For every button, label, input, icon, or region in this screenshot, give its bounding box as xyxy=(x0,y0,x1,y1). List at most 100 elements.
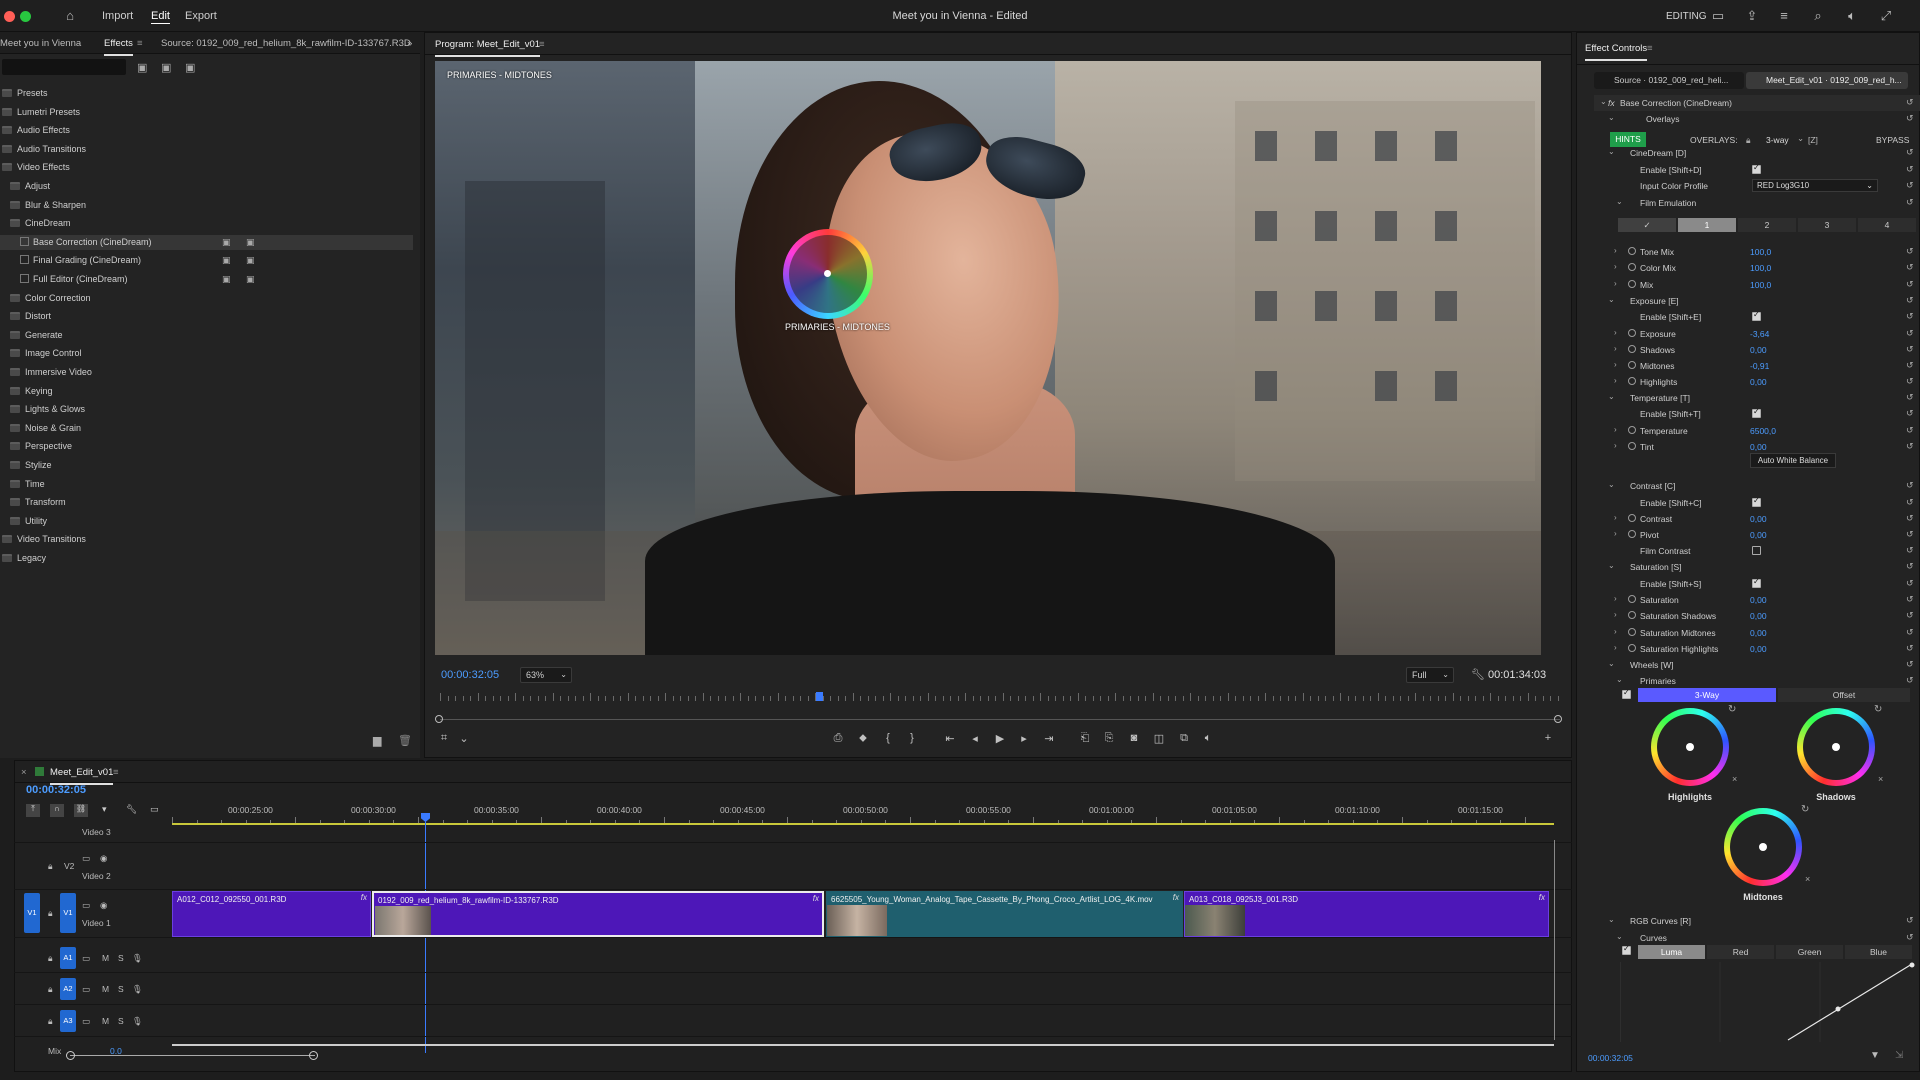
proxy-toggle-icon[interactable]: ⧉ xyxy=(1176,732,1192,745)
ec-checkbox[interactable] xyxy=(1752,163,1761,174)
shadows-close-icon[interactable]: × xyxy=(1878,774,1883,784)
stopwatch-icon[interactable] xyxy=(1628,361,1636,369)
reset-icon[interactable]: ↺ xyxy=(1906,164,1914,175)
expand-chevron-icon[interactable]: › xyxy=(1614,610,1617,619)
captions-icon[interactable]: ▭ xyxy=(150,804,159,815)
midtones-reset-icon[interactable]: ↻ xyxy=(1801,804,1809,815)
fullscreen-icon[interactable]: ⤢ xyxy=(1878,8,1894,24)
timeline-current-time[interactable]: 00:00:32:05 xyxy=(26,784,86,796)
collapse-chevron-icon[interactable]: ⌄ xyxy=(1616,932,1623,941)
stopwatch-icon[interactable] xyxy=(1628,247,1636,255)
ec-color-mix[interactable]: › Color Mix 100,0 ↺ xyxy=(0,260,1920,276)
lock-icon-v2[interactable]: 🔒︎ xyxy=(48,861,53,872)
hints-button[interactable]: HINTS xyxy=(1610,132,1646,147)
reset-icon[interactable]: ↺ xyxy=(1906,262,1914,273)
chevron-down-icon[interactable]: ⌄ xyxy=(1797,133,1804,144)
ec-highlights[interactable]: › Highlights 0,00 ↺ xyxy=(0,374,1920,390)
ec-enable-s[interactable]: Enable [Shift+S] ↺ xyxy=(0,576,1920,592)
reset-icon[interactable]: ↺ xyxy=(1906,659,1914,670)
ec-row-value[interactable]: 0,00 xyxy=(1750,514,1767,524)
ec-mix[interactable]: › Mix 100,0 ↺ xyxy=(0,277,1920,293)
sync-lock-icon-v2[interactable]: ▭ xyxy=(82,853,90,864)
stopwatch-icon[interactable] xyxy=(1628,442,1636,450)
ec-temperature-section[interactable]: ⌄ Temperature [T] ↺ xyxy=(0,390,1920,406)
lift-edit-icon[interactable]: ⎗ xyxy=(1077,732,1093,745)
wheel-mode-3way[interactable]: 3-Way xyxy=(1638,688,1776,702)
ec-tint[interactable]: › Tint 0,00 ↺ xyxy=(0,439,1920,455)
shadows-reset-icon[interactable]: ↻ xyxy=(1874,704,1882,715)
collapse-chevron-icon[interactable]: ⌄ xyxy=(1616,675,1623,684)
ec-shadows[interactable]: › Shadows 0,00 ↺ xyxy=(0,342,1920,358)
ec-row-value[interactable]: -0,91 xyxy=(1750,361,1769,371)
yuv-effects-icon[interactable]: ▣ xyxy=(185,61,195,74)
ec-enable-t[interactable]: Enable [Shift+T] ↺ xyxy=(0,406,1920,422)
ec-row-value[interactable]: 100,0 xyxy=(1750,247,1771,257)
ec-film-contrast[interactable]: Film Contrast ↺ xyxy=(0,543,1920,559)
effects-search-input[interactable] xyxy=(2,59,126,75)
ec-checkbox[interactable] xyxy=(1752,407,1761,418)
go-to-out-icon[interactable]: ⇥ xyxy=(1041,732,1057,745)
program-time-ruler[interactable] xyxy=(440,693,1560,703)
step-back-icon[interactable]: ◂ xyxy=(967,732,983,745)
program-menu-icon[interactable]: ≡ xyxy=(539,39,545,50)
reset-icon[interactable]: ↺ xyxy=(1906,408,1914,419)
film-emulation-tab[interactable]: 3 xyxy=(1798,218,1856,232)
ec-row-value[interactable]: 100,0 xyxy=(1750,263,1771,273)
expand-chevron-icon[interactable]: › xyxy=(1614,513,1617,522)
stopwatch-icon[interactable] xyxy=(1628,377,1636,385)
reset-icon[interactable]: ↺ xyxy=(1906,932,1914,943)
ec-temperature[interactable]: › Temperature 6500,0 ↺ xyxy=(0,423,1920,439)
ec-sat-midtones[interactable]: › Saturation Midtones 0,00 ↺ xyxy=(0,625,1920,641)
reset-icon[interactable]: ↺ xyxy=(1906,279,1914,290)
reset-icon[interactable]: ↺ xyxy=(1906,147,1914,158)
ec-enable-c[interactable]: Enable [Shift+C] ↺ xyxy=(0,495,1920,511)
expand-chevron-icon[interactable]: › xyxy=(1614,262,1617,271)
stopwatch-icon[interactable] xyxy=(1628,426,1636,434)
expand-chevron-icon[interactable]: › xyxy=(1614,376,1617,385)
nest-icon[interactable]: ⤒ xyxy=(26,804,40,817)
step-forward-icon[interactable]: ▸ xyxy=(1016,732,1032,745)
ec-checkbox[interactable] xyxy=(1752,577,1761,588)
reset-icon[interactable]: ↺ xyxy=(1906,545,1914,556)
bypass-button[interactable]: BYPASS xyxy=(1876,135,1909,145)
nav-edit[interactable]: Edit xyxy=(151,10,170,22)
ec-menu-icon[interactable]: ≡ xyxy=(1647,43,1653,54)
ec-primaries[interactable]: ⌄ Primaries ↺ xyxy=(0,673,1920,689)
expand-chevron-icon[interactable]: › xyxy=(1614,246,1617,255)
collapse-chevron-icon[interactable]: ⌄ xyxy=(1608,561,1615,570)
film-emulation-tab[interactable]: 1 xyxy=(1678,218,1736,232)
ec-saturation-section[interactable]: ⌄ Saturation [S] ↺ xyxy=(0,559,1920,575)
reset-icon[interactable]: ↺ xyxy=(1906,344,1914,355)
expand-chevron-icon[interactable]: › xyxy=(1614,425,1617,434)
ec-contrast[interactable]: › Contrast 0,00 ↺ xyxy=(0,511,1920,527)
button-editor-icon[interactable]: + xyxy=(1540,732,1556,744)
stopwatch-icon[interactable] xyxy=(1628,329,1636,337)
extract-icon[interactable]: ⎘ xyxy=(1101,732,1117,745)
reset-icon[interactable]: ↺ xyxy=(1906,180,1914,191)
expand-chevron-icon[interactable]: › xyxy=(1614,627,1617,636)
reset-icon[interactable]: ↺ xyxy=(1906,97,1914,108)
reset-icon[interactable]: ↺ xyxy=(1906,915,1914,926)
reset-icon[interactable]: ↺ xyxy=(1906,627,1914,638)
32bit-effects-icon[interactable]: ▣ xyxy=(161,61,171,74)
timeline-zoom-scrollbar[interactable] xyxy=(70,1055,315,1056)
reset-icon[interactable]: ↺ xyxy=(1906,197,1914,208)
ec-film-emulation[interactable]: ⌄ Film Emulation ↺ xyxy=(0,195,1920,211)
audio-icon[interactable]: 🔈︎ xyxy=(1200,732,1216,745)
ec-row-value[interactable]: 0,00 xyxy=(1750,611,1767,621)
reset-icon[interactable]: ↺ xyxy=(1906,675,1914,686)
reset-icon[interactable]: ↺ xyxy=(1906,246,1914,257)
export-frame-icon[interactable]: ◙ xyxy=(1126,732,1142,744)
ec-source-tab[interactable]: Source · 0192_009_red_heli... xyxy=(1594,72,1744,89)
go-to-in-icon[interactable]: ⇤ xyxy=(942,732,958,745)
panel-overflow-icon[interactable]: » xyxy=(407,38,412,49)
filter-icon[interactable]: ▼ xyxy=(1870,1050,1880,1061)
reset-icon[interactable]: ↺ xyxy=(1906,610,1914,621)
stopwatch-icon[interactable] xyxy=(1628,644,1636,652)
reset-icon[interactable]: ↺ xyxy=(1906,561,1914,572)
expand-chevron-icon[interactable]: › xyxy=(1614,279,1617,288)
ec-tone-mix[interactable]: › Tone Mix 100,0 ↺ xyxy=(0,244,1920,260)
stopwatch-icon[interactable] xyxy=(1628,263,1636,271)
solo-a3[interactable]: S xyxy=(118,1016,124,1026)
reset-icon[interactable]: ↺ xyxy=(1906,513,1914,524)
